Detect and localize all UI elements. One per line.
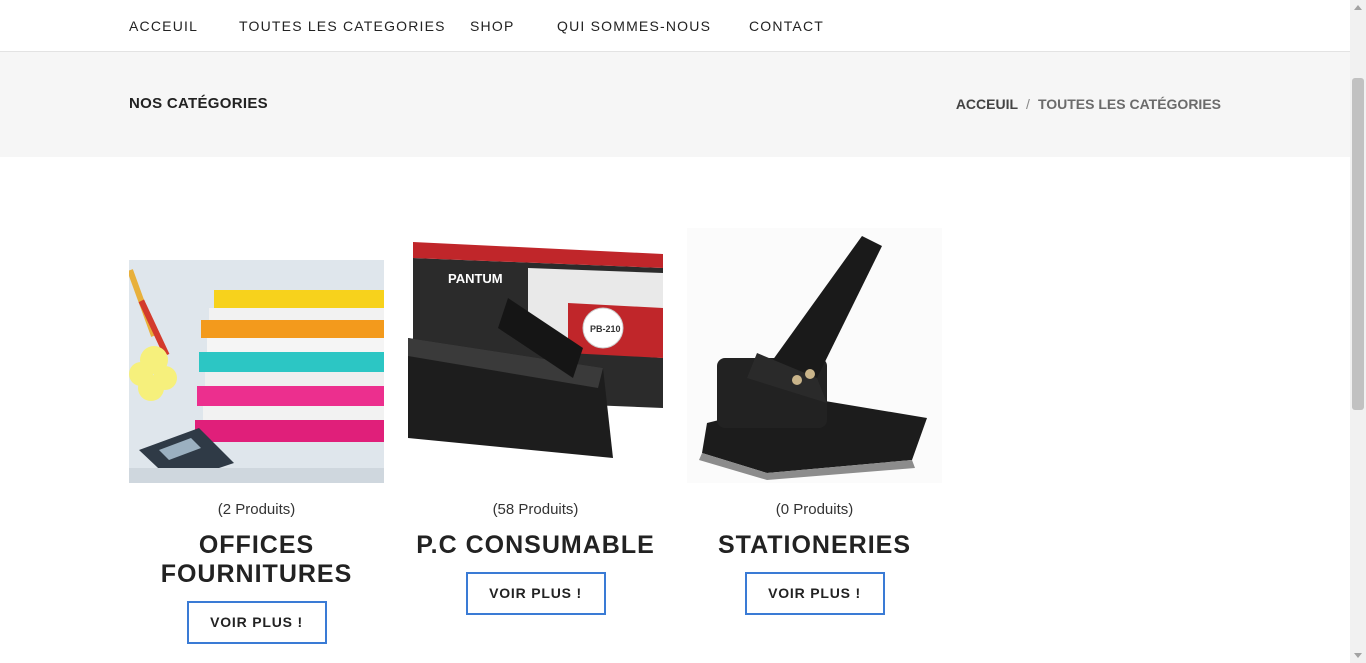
toner-cartridge-image[interactable]: PANTUM PB-210 <box>408 228 663 483</box>
category-card-offices-fournitures: (2 Produits) OFFICES FOURNITURES VOIR PL… <box>129 228 384 644</box>
nav-item-toutes-les-categories[interactable]: TOUTES LES CATEGORIES <box>239 18 446 34</box>
page-title: NOS CATÉGORIES <box>129 95 268 112</box>
nav-item-contact[interactable]: CONTACT <box>749 18 824 34</box>
category-product-count: (0 Produits) <box>775 501 854 518</box>
category-product-count: (58 Produits) <box>492 501 579 518</box>
breadcrumb-separator: / <box>1026 96 1030 112</box>
nav-item-acceuil[interactable]: ACCEUIL <box>129 18 198 34</box>
hole-punch-image[interactable] <box>687 228 942 483</box>
category-card-stationeries: (0 Produits) STATIONERIES VOIR PLUS ! <box>687 228 942 615</box>
nav-item-shop[interactable]: SHOP <box>470 18 514 34</box>
category-product-count: (2 Produits) <box>217 501 296 518</box>
model-badge-text: PB-210 <box>590 324 621 334</box>
scrollbar-thumb[interactable] <box>1352 78 1364 410</box>
breadcrumb-current: TOUTES LES CATÉGORIES <box>1037 96 1221 112</box>
voir-plus-button[interactable]: VOIR PLUS ! <box>186 601 327 644</box>
voir-plus-button[interactable]: VOIR PLUS ! <box>465 572 606 615</box>
breadcrumb-home-link[interactable]: ACCEUIL <box>956 96 1018 112</box>
brand-logo-text: PANTUM <box>448 271 503 286</box>
category-name[interactable]: OFFICES FOURNITURES <box>129 531 384 589</box>
scroll-up-arrow-icon[interactable] <box>1354 5 1362 10</box>
nav-item-qui-sommes-nous[interactable]: QUI SOMMES-NOUS <box>557 18 711 34</box>
page-header-band: NOS CATÉGORIES ACCEUIL / TOUTES LES CATÉGO… <box>0 52 1350 157</box>
top-navigation: ACCEUIL TOUTES LES CATEGORIES SHOP QUI S… <box>0 0 1350 52</box>
category-name[interactable]: STATIONERIES <box>687 531 942 560</box>
category-card-pc-consumable: PANTUM PB-210 (58 Produits) P.C CONSUMAB… <box>408 228 663 615</box>
page-scrollbar[interactable] <box>1350 0 1366 663</box>
category-name[interactable]: P.C CONSUMABLE <box>408 531 663 560</box>
breadcrumb: ACCEUIL / TOUTES LES CATÉGORIES <box>956 96 1221 112</box>
office-supplies-image[interactable] <box>129 228 384 483</box>
voir-plus-button[interactable]: VOIR PLUS ! <box>744 572 885 615</box>
scroll-down-arrow-icon[interactable] <box>1354 653 1362 658</box>
